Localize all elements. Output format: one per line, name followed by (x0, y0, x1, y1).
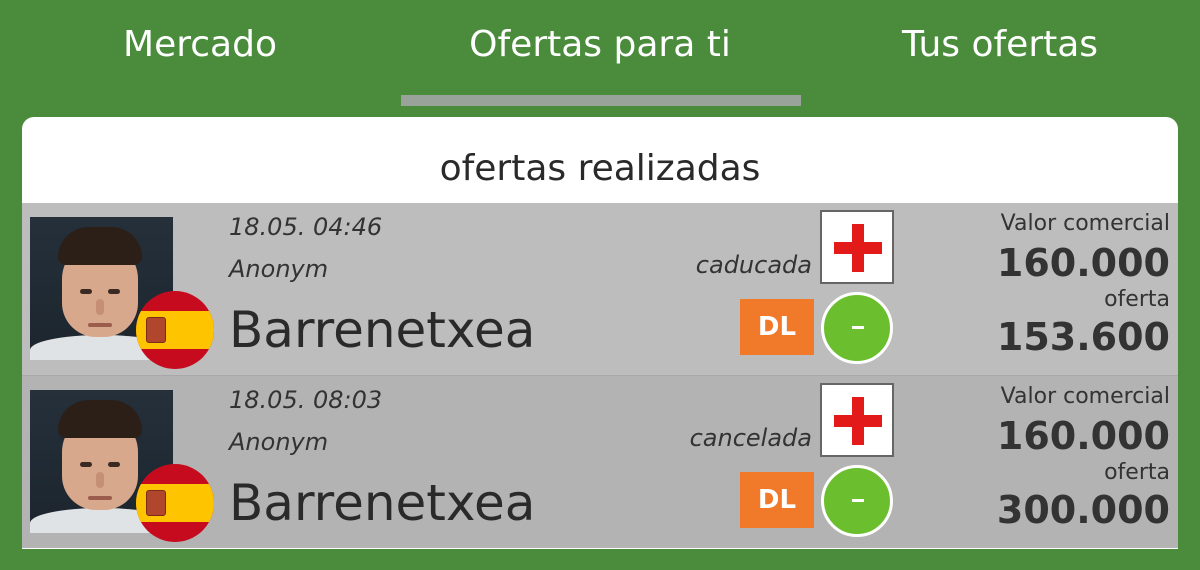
offer-amount: 153.600 (996, 315, 1170, 359)
spain-flag-icon (136, 464, 214, 542)
remove-button[interactable] (821, 292, 893, 364)
add-button[interactable] (820, 210, 894, 284)
dl-badge[interactable]: DL (740, 299, 814, 355)
tab-tus-ofertas[interactable]: Tus ofertas (800, 24, 1200, 65)
offer-user: Anonym (229, 255, 329, 283)
tab-mercado[interactable]: Mercado (0, 24, 400, 65)
add-button[interactable] (820, 383, 894, 457)
market-value: 160.000 (996, 414, 1170, 458)
active-tab-indicator (401, 95, 801, 106)
spain-flag-icon (136, 291, 214, 369)
tab-bar: Mercado Ofertas para ti Tus ofertas (0, 0, 1200, 106)
offer-label: oferta (1104, 460, 1170, 485)
player-name: Barrenetxea (229, 301, 536, 359)
market-value-label: Valor comercial (1000, 384, 1170, 409)
dl-badge[interactable]: DL (740, 472, 814, 528)
offer-amount: 300.000 (996, 488, 1170, 532)
market-value: 160.000 (996, 241, 1170, 285)
offer-row[interactable]: 18.05. 08:03 Anonym Barrenetxea cancelad… (22, 376, 1178, 548)
offer-date: 18.05. 04:46 (229, 213, 383, 241)
offer-status: caducada (695, 251, 812, 279)
offer-status: cancelada (689, 424, 812, 452)
minus-icon (852, 326, 864, 329)
market-value-label: Valor comercial (1000, 211, 1170, 236)
offer-row[interactable]: 18.05. 04:46 Anonym Barrenetxea caducada… (22, 203, 1178, 375)
offer-user: Anonym (229, 428, 329, 456)
offer-date: 18.05. 08:03 (229, 386, 383, 414)
panel-title: ofertas realizadas (439, 148, 761, 189)
remove-button[interactable] (821, 465, 893, 537)
minus-icon (852, 499, 864, 502)
offer-label: oferta (1104, 287, 1170, 312)
tab-ofertas-para-ti[interactable]: Ofertas para ti (400, 24, 800, 65)
player-name: Barrenetxea (229, 474, 536, 532)
